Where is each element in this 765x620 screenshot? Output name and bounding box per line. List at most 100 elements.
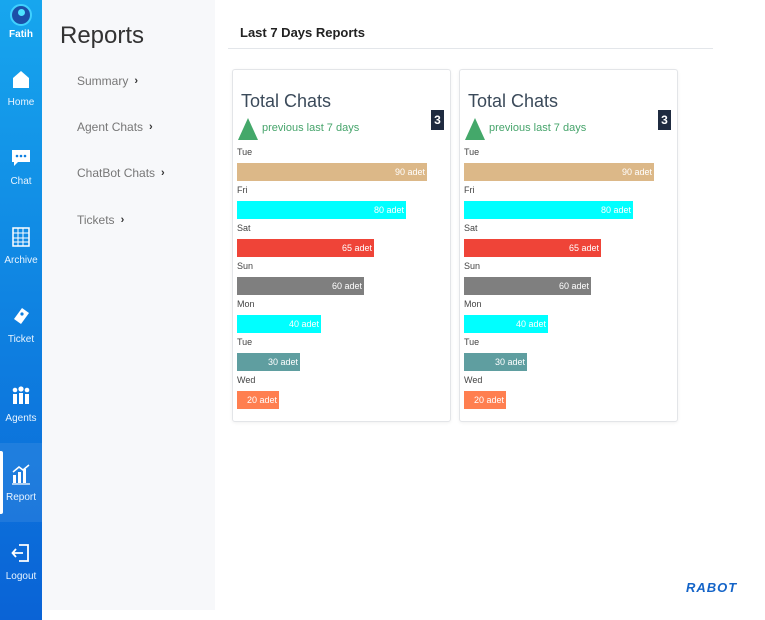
bar-value-label: 20 adet [473,395,504,405]
nav-logout[interactable]: Logout [0,522,42,601]
bar-value-label: 80 adet [600,205,631,215]
user-name: Fatih [9,29,33,40]
count-badge: 3 [431,110,444,130]
bar-value-label: 60 adet [558,281,589,291]
bar-value-label: 40 adet [515,319,546,329]
section-title: Last 7 Days Reports [240,25,365,40]
nav-home[interactable]: Home [0,48,42,127]
subnav-item-tickets[interactable]: Tickets › [77,213,124,227]
bar-value-label: 40 adet [288,319,319,329]
bar-mon[interactable]: 40 adet [464,315,548,333]
bar-day-label: Mon [464,299,482,309]
bar-value-label: 80 adet [373,205,404,215]
nav-archive-label: Archive [4,255,38,266]
bar-day-label: Fri [237,185,248,195]
nav-report[interactable]: Report [0,443,42,522]
bar-row: Tue 30 adet [237,337,447,375]
total-chats-card: Total Chats previous last 7 days 3 Tue 90… [232,69,451,422]
bar-value-label: 90 adet [621,167,652,177]
bar-row: Mon 40 adet [464,299,674,337]
subnav-item-label: ChatBot Chats [77,166,156,180]
avatar[interactable] [9,4,32,26]
subnav-item-label: Agent Chats [77,120,144,134]
bar-row: Tue 30 adet [464,337,674,375]
bar-day-label: Tue [464,337,480,347]
bar-value-label: 30 adet [494,357,525,367]
bar-wed[interactable]: 20 adet [464,391,506,409]
bar-tue[interactable]: 30 adet [237,353,300,371]
bar-row: Sun 60 adet [464,261,674,299]
bar-value-label: 65 adet [568,243,599,253]
card-title: Total Chats [468,91,559,111]
bar-sat[interactable]: 65 adet [464,239,601,257]
bar-chart: Tue 90 adet Fri 80 adet Sat 65 adet Sun 60 adet… [464,147,674,413]
user-profile[interactable]: Fatih [9,4,33,40]
bar-sat[interactable]: 65 adet [237,239,374,257]
main-navigation-rail: Fatih Home Chat Archive Ticket Agents Re… [0,0,42,620]
bar-value-label: 30 adet [267,357,298,367]
bar-fri[interactable]: 80 adet [237,201,406,219]
trend-up-icon [465,118,485,140]
reports-subnav: Reports Summary › Agent Chats › ChatBot … [42,0,215,610]
bar-day-label: Sat [464,223,478,233]
bar-day-label: Wed [237,375,256,385]
nav-chat-label: Chat [10,176,32,187]
nav-archive[interactable]: Archive [0,206,42,285]
nav-agents[interactable]: Agents [0,364,42,443]
bar-day-label: Wed [464,375,483,385]
bar-wed[interactable]: 20 adet [237,391,279,409]
bar-row: Tue 90 adet [464,147,674,185]
chevron-right-icon: › [161,167,165,179]
subnav-item-chatbot-chats[interactable]: ChatBot Chats › [77,166,165,180]
bar-day-label: Tue [237,147,253,157]
card-subtitle: previous last 7 days [489,122,587,134]
nav-chat[interactable]: Chat [0,127,42,206]
divider [228,48,713,49]
bar-row: Fri 80 adet [237,185,447,223]
trend-up-icon [238,118,258,140]
chevron-right-icon: › [149,121,153,133]
bar-fri[interactable]: 80 adet [464,201,633,219]
bar-value-label: 60 adet [331,281,362,291]
nav-home-label: Home [7,97,35,108]
bar-day-label: Tue [464,147,480,157]
total-chats-card: Total Chats previous last 7 days 3 Tue 90… [459,69,678,422]
bar-row: Fri 80 adet [464,185,674,223]
page-title: Reports [60,22,145,49]
bar-day-label: Sun [464,261,481,271]
bar-chart: Tue 90 adet Fri 80 adet Sat 65 adet Sun 60 adet… [237,147,447,413]
logout-icon [9,541,33,565]
home-icon [9,67,33,91]
bar-day-label: Fri [464,185,475,195]
bar-day-label: Tue [237,337,253,347]
bar-tue[interactable]: 30 adet [464,353,527,371]
nav-logout-label: Logout [5,571,37,582]
bar-value-label: 20 adet [246,395,277,405]
bar-row: Wed 20 adet [464,375,674,413]
agents-icon [9,383,33,407]
chat-icon [9,146,33,170]
bar-sun[interactable]: 60 adet [464,277,591,295]
bar-day-label: Sat [237,223,251,233]
bar-row: Wed 20 adet [237,375,447,413]
ticket-icon [9,304,33,328]
subnav-item-summary[interactable]: Summary › [77,74,138,88]
bar-row: Tue 90 adet [237,147,447,185]
nav-ticket[interactable]: Ticket [0,285,42,364]
chevron-right-icon: › [120,214,125,226]
bar-row: Sat 65 adet [464,223,674,261]
report-icon [9,462,33,486]
count-badge: 3 [658,110,671,130]
subnav-item-label: Summary [77,74,129,88]
bar-tue[interactable]: 90 adet [237,163,427,181]
bar-sun[interactable]: 60 adet [237,277,364,295]
brand-logo: RABOT [686,580,738,595]
bar-tue[interactable]: 90 adet [464,163,654,181]
bar-row: Sat 65 adet [237,223,447,261]
subnav-item-agent-chats[interactable]: Agent Chats › [77,120,153,134]
bar-row: Mon 40 adet [237,299,447,337]
bar-value-label: 65 adet [341,243,372,253]
nav-ticket-label: Ticket [7,334,35,345]
bar-mon[interactable]: 40 adet [237,315,321,333]
bar-row: Sun 60 adet [237,261,447,299]
